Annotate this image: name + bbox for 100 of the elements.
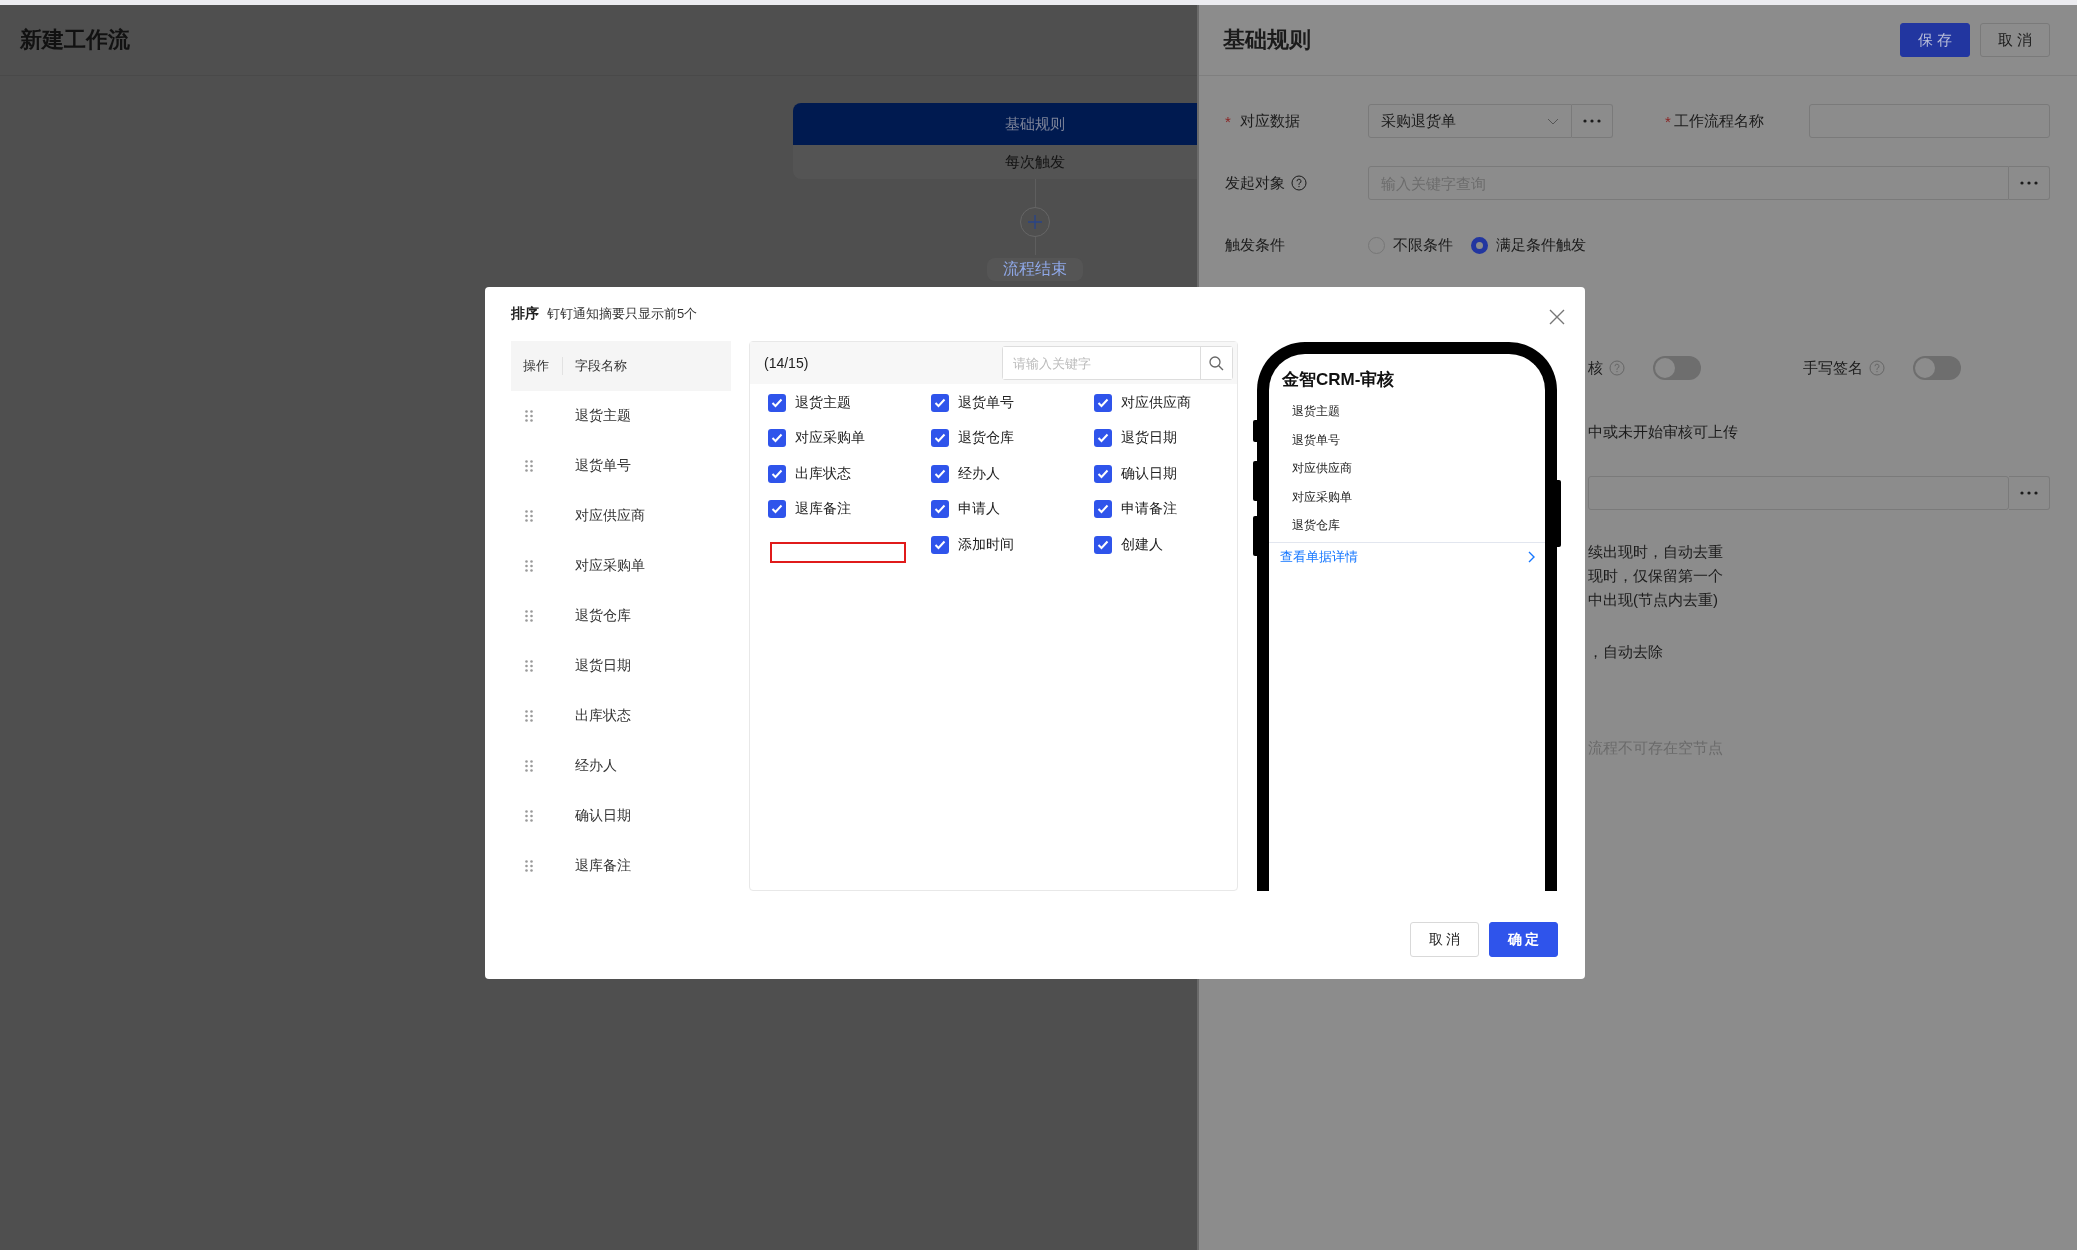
- checkbox[interactable]: [931, 464, 949, 483]
- search-icon: [1209, 355, 1224, 371]
- field-name-cell-text: 对应采购单: [574, 557, 645, 575]
- option-text: 续出现时，自动去重: [1588, 542, 1724, 562]
- flow-end-node: 流程结束: [987, 258, 1083, 281]
- page-title: 新建工作流: [20, 26, 130, 54]
- checkbox[interactable]: [931, 535, 949, 554]
- more-icon: [2020, 491, 2038, 495]
- search-field[interactable]: 请输入关键字: [1002, 346, 1233, 380]
- preview-item: 退货单号: [1291, 431, 1341, 449]
- more-icon: [2020, 181, 2038, 185]
- field-name-cell-text: 退库备注: [574, 857, 631, 875]
- checkbox-label: 退货日期: [1121, 429, 1177, 448]
- checkbox-label: 退货主题: [795, 393, 851, 412]
- checkbox-label: 退货仓库: [958, 429, 1014, 448]
- column-header: 字段名称: [574, 357, 627, 375]
- checkbox[interactable]: [931, 500, 949, 519]
- checkbox-label: 经办人: [958, 464, 1000, 483]
- field-label: 对应数据: [1239, 111, 1300, 131]
- field-name-cell-text: 对应供应商: [574, 507, 645, 525]
- checkbox-label: 对应供应商: [1121, 393, 1191, 412]
- option-text: ，自动去除: [1588, 643, 1664, 662]
- switch-label: 核: [1588, 358, 1603, 378]
- checkbox[interactable]: [768, 500, 786, 519]
- preview-title: 金智CRM-审核: [1281, 369, 1396, 391]
- more-button[interactable]: [2009, 476, 2050, 510]
- more-icon: [1583, 119, 1601, 123]
- checkbox[interactable]: [768, 393, 786, 412]
- plus-icon: [1028, 215, 1042, 229]
- drag-handle-icon[interactable]: [525, 410, 533, 422]
- cancel-button[interactable]: 取 消: [1980, 23, 2050, 57]
- data-select[interactable]: 采购退货单: [1368, 104, 1572, 138]
- drag-handle-icon[interactable]: [525, 760, 533, 772]
- radio-label: 不限条件: [1393, 235, 1453, 255]
- required-mark: *: [1225, 112, 1231, 130]
- drag-handle-icon[interactable]: [525, 810, 533, 822]
- drag-handle-icon[interactable]: [525, 710, 533, 722]
- checkbox[interactable]: [931, 429, 949, 448]
- checkbox-label: 对应采购单: [795, 429, 865, 448]
- more-button[interactable]: [2009, 166, 2050, 200]
- flow-node-subtitle: 每次触发: [1004, 151, 1066, 172]
- field-name-cell-text: 出库状态: [574, 707, 631, 725]
- option-text: 现时，仅保留第一个: [1588, 566, 1724, 586]
- checkbox[interactable]: [768, 464, 786, 483]
- field-name-cell-text: 退货日期: [574, 657, 631, 675]
- switch-label: 手写签名: [1803, 358, 1863, 378]
- help-icon[interactable]: [1291, 175, 1307, 191]
- field-name-cell-text: 确认日期: [574, 807, 631, 825]
- flow-node-title: 基础规则: [793, 103, 1197, 145]
- flow-node[interactable]: 基础规则 每次触发: [793, 103, 1197, 179]
- drag-handle-icon[interactable]: [525, 660, 533, 672]
- required-mark: *: [1665, 112, 1671, 130]
- checkbox[interactable]: [768, 429, 786, 448]
- drag-handle-icon[interactable]: [525, 510, 533, 522]
- checkbox-label: 申请备注: [1121, 500, 1177, 519]
- checkbox[interactable]: [1094, 500, 1112, 519]
- field-name-cell-text: 经办人: [574, 757, 617, 775]
- close-icon: [1549, 309, 1565, 325]
- chevron-right-icon: [1528, 550, 1535, 563]
- confirm-button[interactable]: 确 定: [1489, 922, 1558, 957]
- details-link[interactable]: 查看单据详情: [1280, 547, 1358, 566]
- checkbox-label: 创建人: [1121, 535, 1163, 554]
- checkbox[interactable]: [1094, 393, 1112, 412]
- toggle-switch[interactable]: [1913, 356, 1961, 380]
- radio-button[interactable]: [1471, 236, 1488, 254]
- drag-handle-icon[interactable]: [525, 560, 533, 572]
- dialog-title: 排序: [511, 305, 539, 323]
- field-label: 触发条件: [1225, 235, 1286, 255]
- checkbox[interactable]: [1094, 535, 1112, 554]
- field-label: 发起对象: [1225, 173, 1285, 193]
- field-label: 工作流程名称: [1673, 111, 1764, 131]
- checkbox[interactable]: [1094, 429, 1112, 448]
- more-button[interactable]: [1572, 104, 1613, 138]
- drag-handle-icon[interactable]: [525, 610, 533, 622]
- checkbox-label: 确认日期: [1121, 464, 1177, 483]
- field-name-cell-text: 退货单号: [574, 457, 631, 475]
- drag-handle-icon[interactable]: [525, 460, 533, 472]
- checkbox-label: 申请人: [958, 500, 1000, 519]
- toggle-switch[interactable]: [1653, 356, 1701, 380]
- chevron-down-icon: [1547, 117, 1559, 125]
- upload-note: 中或未开始审核可上传: [1588, 423, 1739, 442]
- save-button[interactable]: 保 存: [1900, 23, 1970, 57]
- drawer-title: 基础规则: [1223, 26, 1312, 54]
- preview-item: 对应采购单: [1291, 488, 1353, 506]
- checkbox[interactable]: [931, 393, 949, 412]
- drag-handle-icon[interactable]: [525, 860, 533, 872]
- dialog-subtitle: 钉钉通知摘要只显示前5个: [547, 305, 698, 323]
- checkbox-label: 退库备注: [795, 500, 851, 519]
- field-name-cell-text: 退货仓库: [574, 607, 631, 625]
- cancel-button[interactable]: 取 消: [1410, 922, 1479, 957]
- preview-item: 对应供应商: [1291, 460, 1353, 477]
- option-text: 中出现(节点内去重): [1588, 590, 1719, 610]
- field-name-cell-text: 退货主题: [574, 407, 631, 425]
- search-button[interactable]: [1200, 347, 1232, 379]
- preview-item: 退货主题: [1291, 403, 1341, 420]
- preview-item: 退货仓库: [1291, 517, 1341, 534]
- checkbox-label: 退货单号: [958, 393, 1014, 412]
- column-header: 操作: [511, 357, 563, 375]
- checkbox[interactable]: [1094, 464, 1112, 483]
- radio-label: 满足条件触发: [1496, 235, 1586, 255]
